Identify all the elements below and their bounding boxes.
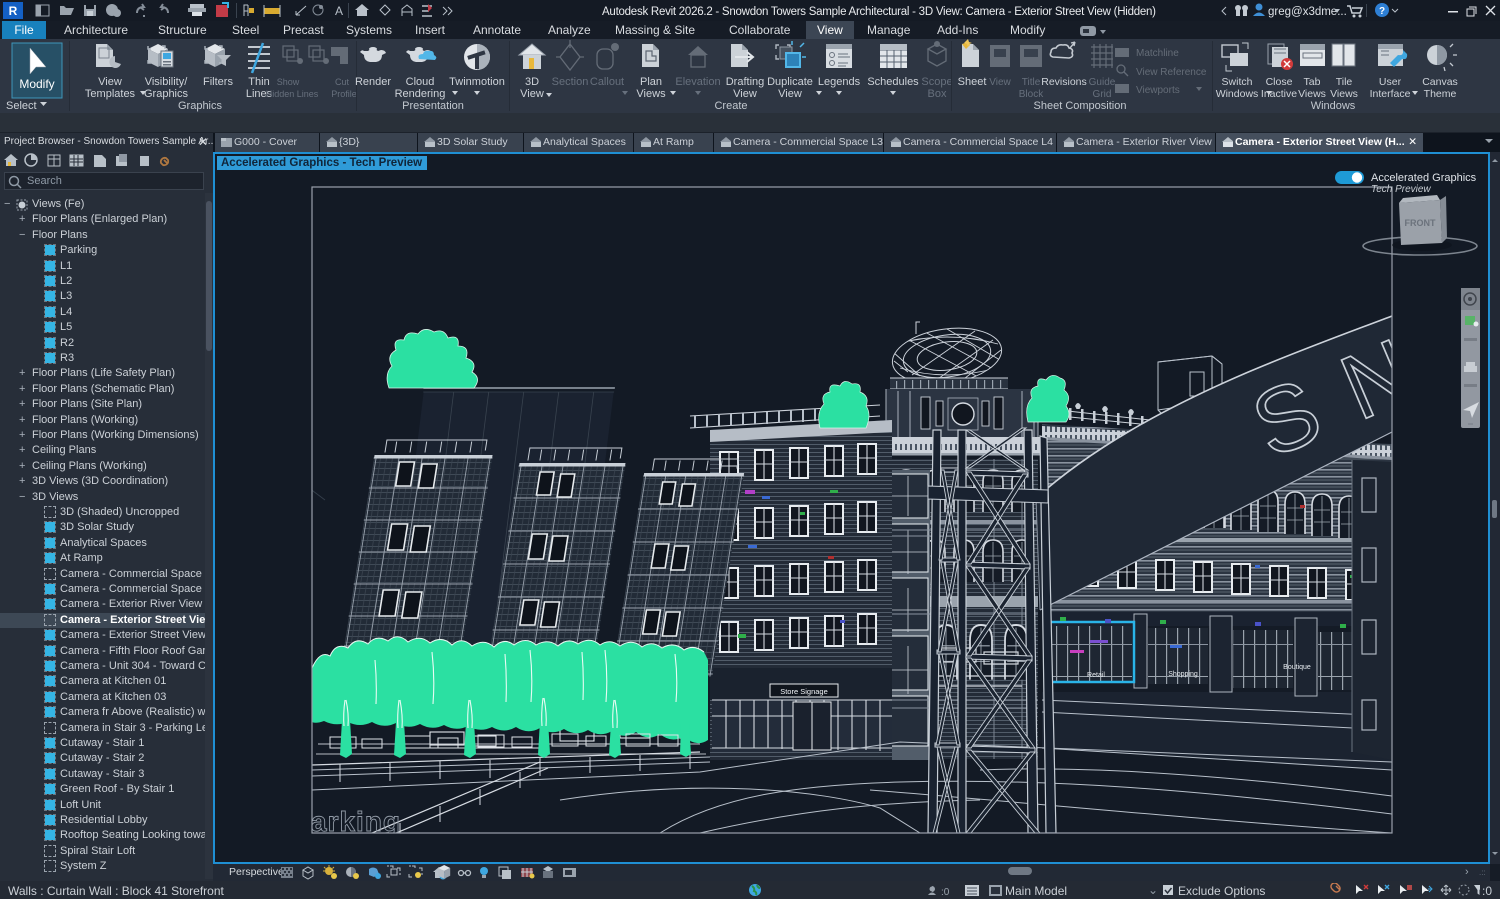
svg-text:Grid: Grid (1093, 89, 1112, 100)
svg-text:Tab: Tab (1304, 76, 1321, 88)
svg-text:Retail: Retail (1087, 672, 1105, 679)
svg-text:Box: Box (928, 88, 947, 100)
svg-text:Scope: Scope (921, 76, 952, 88)
svg-text:View Reference: View Reference (1136, 67, 1207, 78)
svg-text:Schedules: Schedules (867, 76, 919, 88)
svg-text:Sheet Composition: Sheet Composition (1034, 100, 1127, 112)
svg-text:Thin: Thin (248, 76, 269, 88)
svg-text:?: ? (1379, 6, 1385, 17)
svg-text:Matchline: Matchline (1136, 48, 1179, 59)
svg-text:Guide: Guide (1089, 77, 1116, 88)
svg-text:Interface: Interface (1370, 88, 1411, 100)
svg-text:Store Signage: Store Signage (780, 687, 828, 696)
svg-text:Windows: Windows (1311, 100, 1356, 112)
svg-text::0: :0 (941, 887, 950, 897)
svg-text:arking: arking (311, 806, 401, 837)
svg-text:Boutique: Boutique (1283, 664, 1311, 671)
svg-text:User: User (1379, 76, 1402, 88)
svg-text:Rendering: Rendering (395, 88, 446, 100)
svg-text:View: View (520, 88, 544, 100)
svg-text:Modify: Modify (19, 77, 54, 91)
svg-text:Legends: Legends (818, 76, 861, 88)
svg-text:Presentation: Presentation (402, 100, 464, 112)
svg-text:Graphics: Graphics (144, 88, 189, 100)
svg-text:Twinmotion: Twinmotion (449, 76, 505, 88)
svg-text:Title: Title (1022, 77, 1041, 88)
svg-text:Cloud: Cloud (406, 76, 435, 88)
svg-text:View: View (778, 88, 802, 100)
svg-text:Inactive: Inactive (1261, 88, 1297, 100)
svg-text:Select: Select (6, 100, 37, 112)
svg-text:View: View (98, 76, 122, 88)
svg-text:Autodesk Revit 2026.2 - Snowdo: Autodesk Revit 2026.2 - Snowdon Towers S… (602, 6, 1156, 18)
svg-text:Plan: Plan (640, 76, 662, 88)
svg-text:Render: Render (355, 76, 391, 88)
svg-text:Hidden Lines: Hidden Lines (266, 89, 319, 99)
svg-text:FRONT: FRONT (1405, 218, 1436, 228)
svg-text:Show: Show (277, 77, 300, 87)
svg-text:Section: Section (552, 76, 589, 88)
svg-text:Tech Preview: Tech Preview (1371, 184, 1431, 195)
svg-text:Elevation: Elevation (675, 76, 720, 88)
svg-text:Callout: Callout (590, 76, 624, 88)
svg-text:Accelerated Graphics: Accelerated Graphics (1371, 172, 1477, 184)
svg-text:Create: Create (714, 100, 747, 112)
svg-text:Windows: Windows (1216, 88, 1259, 100)
svg-text:View: View (733, 88, 757, 100)
svg-text:Visibility/: Visibility/ (145, 76, 189, 88)
svg-text:Tile: Tile (1336, 76, 1353, 88)
svg-text:Duplicate: Duplicate (767, 76, 813, 88)
svg-text:R: R (9, 4, 18, 18)
svg-text:greg@x3dme...: greg@x3dme... (1268, 6, 1347, 18)
svg-text:Filters: Filters (203, 76, 233, 88)
svg-text:Drafting: Drafting (726, 76, 765, 88)
svg-text:Canvas: Canvas (1422, 76, 1458, 88)
svg-text:Cut: Cut (335, 77, 350, 87)
svg-text:Revisions: Revisions (1041, 76, 1087, 88)
svg-text:Shopping: Shopping (1168, 671, 1198, 678)
svg-text:Sheet: Sheet (958, 76, 987, 88)
svg-text:A: A (335, 4, 343, 18)
svg-text:Views: Views (1298, 88, 1326, 100)
svg-text:Graphics: Graphics (178, 100, 223, 112)
svg-text:View: View (989, 77, 1011, 88)
svg-text:Block: Block (1019, 89, 1044, 100)
svg-text:Switch: Switch (1222, 76, 1253, 88)
svg-text:3D: 3D (525, 76, 539, 88)
svg-text:Profile: Profile (331, 89, 357, 99)
svg-text:Theme: Theme (1424, 88, 1457, 100)
svg-text:Viewports: Viewports (1136, 85, 1180, 96)
svg-text:Views: Views (1330, 88, 1358, 100)
svg-text:Templates: Templates (85, 88, 136, 100)
svg-text:Views: Views (636, 88, 666, 100)
svg-text:Close: Close (1266, 76, 1293, 88)
